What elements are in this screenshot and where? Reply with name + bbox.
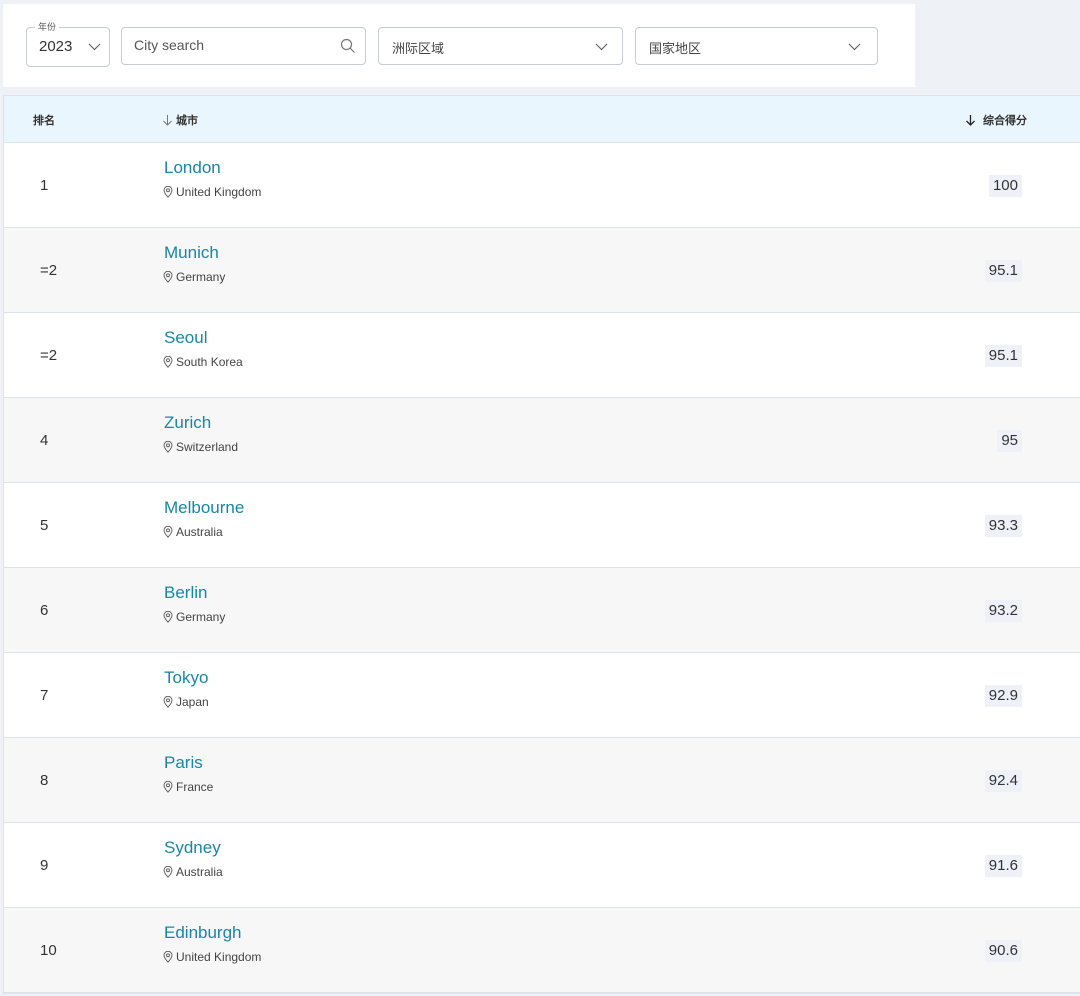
city-link[interactable]: Seoul bbox=[164, 328, 207, 348]
location-pin-icon bbox=[163, 781, 173, 793]
rank-cell: 1 bbox=[40, 177, 49, 194]
score-badge: 93.3 bbox=[984, 515, 1022, 537]
city-link[interactable]: Tokyo bbox=[164, 668, 208, 688]
year-value: 2023 bbox=[39, 38, 73, 55]
chevron-down-icon bbox=[848, 43, 861, 51]
table-header: 排名 城市 综合得分 bbox=[4, 96, 1080, 143]
table-row: 6 Berlin Germany 93.2 bbox=[4, 568, 1080, 653]
year-select[interactable]: 年份 2023 bbox=[26, 20, 110, 67]
country-cell: Australia bbox=[163, 865, 223, 879]
region-select-label: 洲际区域 bbox=[392, 41, 445, 56]
table-row: 9 Sydney Australia 91.6 bbox=[4, 823, 1080, 908]
sort-arrow-down-icon bbox=[966, 115, 975, 126]
city-link[interactable]: Berlin bbox=[164, 583, 207, 603]
location-pin-icon bbox=[163, 441, 173, 453]
score-badge: 91.6 bbox=[984, 855, 1022, 877]
filter-bar: 年份 2023 洲际区域 国家地区 bbox=[3, 4, 915, 87]
score-badge: 92.9 bbox=[984, 685, 1022, 707]
location-pin-icon bbox=[163, 356, 173, 368]
score-badge: 95 bbox=[997, 430, 1022, 452]
country-name: United Kingdom bbox=[176, 950, 262, 964]
score-badge: 100 bbox=[988, 175, 1022, 197]
chevron-down-icon bbox=[595, 43, 608, 51]
location-pin-icon bbox=[163, 186, 173, 198]
country-name: Germany bbox=[176, 610, 226, 624]
country-cell: Switzerland bbox=[163, 440, 238, 454]
score-badge: 92.4 bbox=[984, 770, 1022, 792]
table-row: 4 Zurich Switzerland 95 bbox=[4, 398, 1080, 483]
search-icon[interactable] bbox=[340, 38, 356, 54]
country-cell: South Korea bbox=[163, 355, 243, 369]
location-pin-icon bbox=[163, 696, 173, 708]
table-row: 8 Paris France 92.4 bbox=[4, 738, 1080, 823]
city-header[interactable]: 城市 bbox=[162, 112, 198, 128]
table-row: 1 London United Kingdom 100 bbox=[4, 143, 1080, 228]
year-label: 年份 bbox=[35, 20, 60, 34]
city-link[interactable]: Zurich bbox=[164, 413, 211, 433]
country-cell: United Kingdom bbox=[163, 185, 261, 199]
city-link[interactable]: Munich bbox=[164, 243, 219, 263]
rank-cell: 6 bbox=[40, 602, 49, 619]
country-cell: Germany bbox=[163, 610, 225, 624]
city-link[interactable]: Paris bbox=[164, 753, 203, 773]
table-row: =2 Munich Germany 95.1 bbox=[4, 228, 1080, 313]
rank-header-label: 排名 bbox=[33, 115, 55, 127]
score-badge: 93.2 bbox=[984, 600, 1022, 622]
table-row: 10 Edinburgh United Kingdom 90.6 bbox=[4, 908, 1080, 993]
table-row: 5 Melbourne Australia 93.3 bbox=[4, 483, 1080, 568]
country-cell: Japan bbox=[163, 695, 209, 709]
country-select[interactable]: 国家地区 bbox=[635, 27, 878, 65]
country-select-label: 国家地区 bbox=[649, 41, 702, 56]
table-row: =2 Seoul South Korea 95.1 bbox=[4, 313, 1080, 398]
country-cell: United Kingdom bbox=[163, 950, 261, 964]
location-pin-icon bbox=[163, 866, 173, 878]
rank-header[interactable]: 排名 bbox=[33, 112, 55, 128]
city-link[interactable]: London bbox=[164, 158, 221, 178]
country-cell: Australia bbox=[163, 525, 223, 539]
rank-cell: 4 bbox=[40, 432, 49, 449]
rank-cell: 9 bbox=[40, 857, 49, 874]
score-header-label: 综合得分 bbox=[983, 115, 1027, 127]
country-name: France bbox=[176, 780, 214, 794]
country-name: United Kingdom bbox=[176, 185, 262, 199]
ranking-table: 排名 城市 综合得分 1 London United Kingdom 100 =… bbox=[3, 95, 1080, 994]
country-cell: France bbox=[163, 780, 213, 794]
country-name: Switzerland bbox=[176, 440, 239, 454]
score-badge: 95.1 bbox=[984, 345, 1022, 367]
city-search-input[interactable] bbox=[134, 37, 324, 53]
country-name: Germany bbox=[176, 270, 226, 284]
location-pin-icon bbox=[163, 951, 173, 963]
location-pin-icon bbox=[163, 526, 173, 538]
score-header[interactable]: 综合得分 bbox=[965, 112, 1027, 128]
city-link[interactable]: Sydney bbox=[164, 838, 221, 858]
score-badge: 90.6 bbox=[984, 940, 1022, 962]
table-row: 7 Tokyo Japan 92.9 bbox=[4, 653, 1080, 738]
location-pin-icon bbox=[163, 611, 173, 623]
table-body: 1 London United Kingdom 100 =2 Munich Ge… bbox=[4, 143, 1080, 993]
rank-cell: =2 bbox=[40, 347, 58, 364]
city-link[interactable]: Edinburgh bbox=[164, 923, 242, 943]
rank-cell: 5 bbox=[40, 517, 49, 534]
rank-cell: =2 bbox=[40, 262, 58, 279]
country-name: Australia bbox=[176, 865, 223, 879]
rank-cell: 10 bbox=[40, 942, 57, 959]
country-name: Australia bbox=[176, 525, 223, 539]
score-badge: 95.1 bbox=[984, 260, 1022, 282]
chevron-down-icon bbox=[88, 43, 101, 51]
rank-cell: 7 bbox=[40, 687, 49, 704]
country-cell: Germany bbox=[163, 270, 225, 284]
city-link[interactable]: Melbourne bbox=[164, 498, 244, 518]
city-search-field[interactable] bbox=[121, 27, 366, 65]
country-name: Japan bbox=[176, 695, 209, 709]
city-header-label: 城市 bbox=[176, 115, 198, 127]
region-select[interactable]: 洲际区域 bbox=[378, 27, 623, 65]
country-name: South Korea bbox=[176, 355, 243, 369]
rank-cell: 8 bbox=[40, 772, 49, 789]
sort-arrow-down-icon bbox=[163, 115, 172, 126]
location-pin-icon bbox=[163, 271, 173, 283]
